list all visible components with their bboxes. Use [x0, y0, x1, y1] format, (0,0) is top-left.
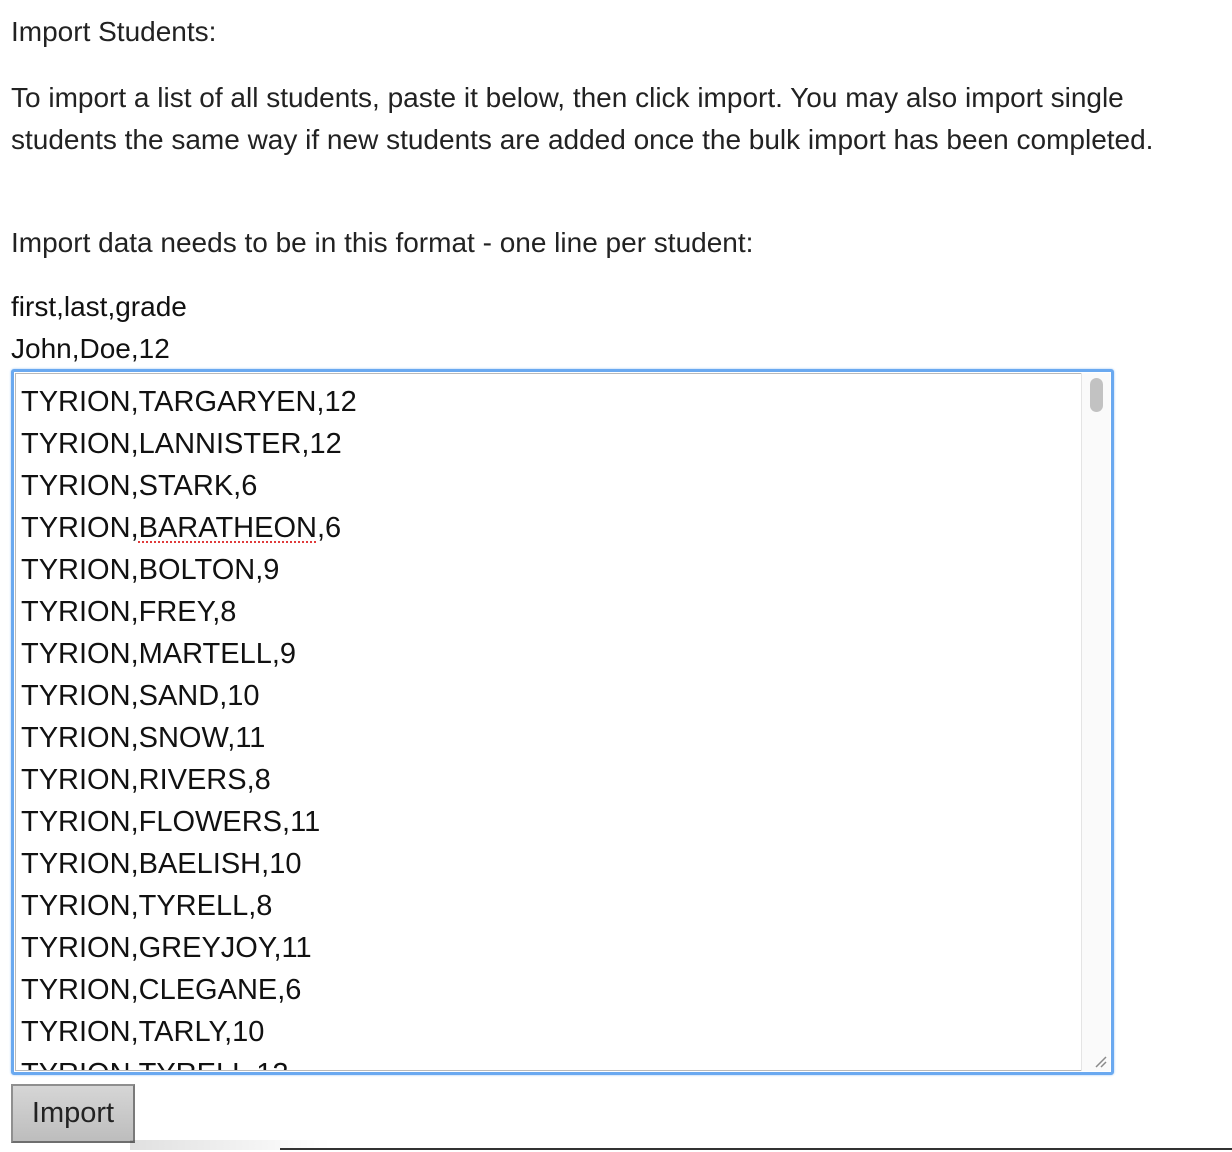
student-line: TYRION,MARTELL,9 — [21, 638, 297, 670]
textarea-scrollbar[interactable] — [1081, 373, 1110, 1071]
student-line: TYRION,TYRELL,12 — [21, 1053, 357, 1070]
student-line: TYRION,FREY,8 — [21, 596, 237, 628]
scrollbar-thumb[interactable] — [1090, 378, 1103, 412]
format-example-row: John,Doe,12 — [11, 333, 170, 364]
bottom-divider — [280, 1148, 1232, 1150]
student-line: TYRION,BOLTON,9 — [21, 554, 280, 586]
resize-grip-icon[interactable] — [1093, 1054, 1107, 1068]
student-line: TYRION,TARLY,10 — [21, 1016, 265, 1048]
spellcheck-underlined-word: BARATHEON — [138, 512, 317, 544]
student-line: TYRION,STARK,6 — [21, 470, 258, 502]
student-line: TYRION,CLEGANE,6 — [21, 974, 302, 1006]
student-line: TYRION,FLOWERS,11 — [21, 806, 321, 838]
student-lines: TYRION,TARGARYEN,12 TYRION,LANNISTER,12 TY… — [21, 381, 357, 1070]
student-line: TYRION,SAND,10 — [21, 680, 260, 712]
import-button[interactable]: Import — [11, 1084, 135, 1143]
student-line: TYRION,BARATHEON,6 — [21, 512, 342, 544]
student-line: TYRION,GREYJOY,11 — [21, 932, 312, 964]
import-data-textarea[interactable]: TYRION,TARGARYEN,12 TYRION,LANNISTER,12 TY… — [11, 369, 1114, 1075]
format-note: Import data needs to be in this format -… — [11, 227, 754, 258]
format-example-header: first,last,grade — [11, 291, 187, 322]
instructions-text: To import a list of all students, paste … — [11, 82, 1154, 155]
student-line: TYRION,LANNISTER,12 — [21, 428, 342, 460]
student-line: TYRION,TYRELL,8 — [21, 890, 273, 922]
student-line: TYRION,BAELISH,10 — [21, 848, 302, 880]
student-line: TYRION,SNOW,11 — [21, 722, 266, 754]
student-line: TYRION,TARGARYEN,12 — [21, 386, 357, 418]
textarea-text-area[interactable]: TYRION,TARGARYEN,12 TYRION,LANNISTER,12 TY… — [15, 373, 1082, 1071]
page-title: Import Students: — [11, 16, 217, 47]
student-line: TYRION,RIVERS,8 — [21, 764, 271, 796]
